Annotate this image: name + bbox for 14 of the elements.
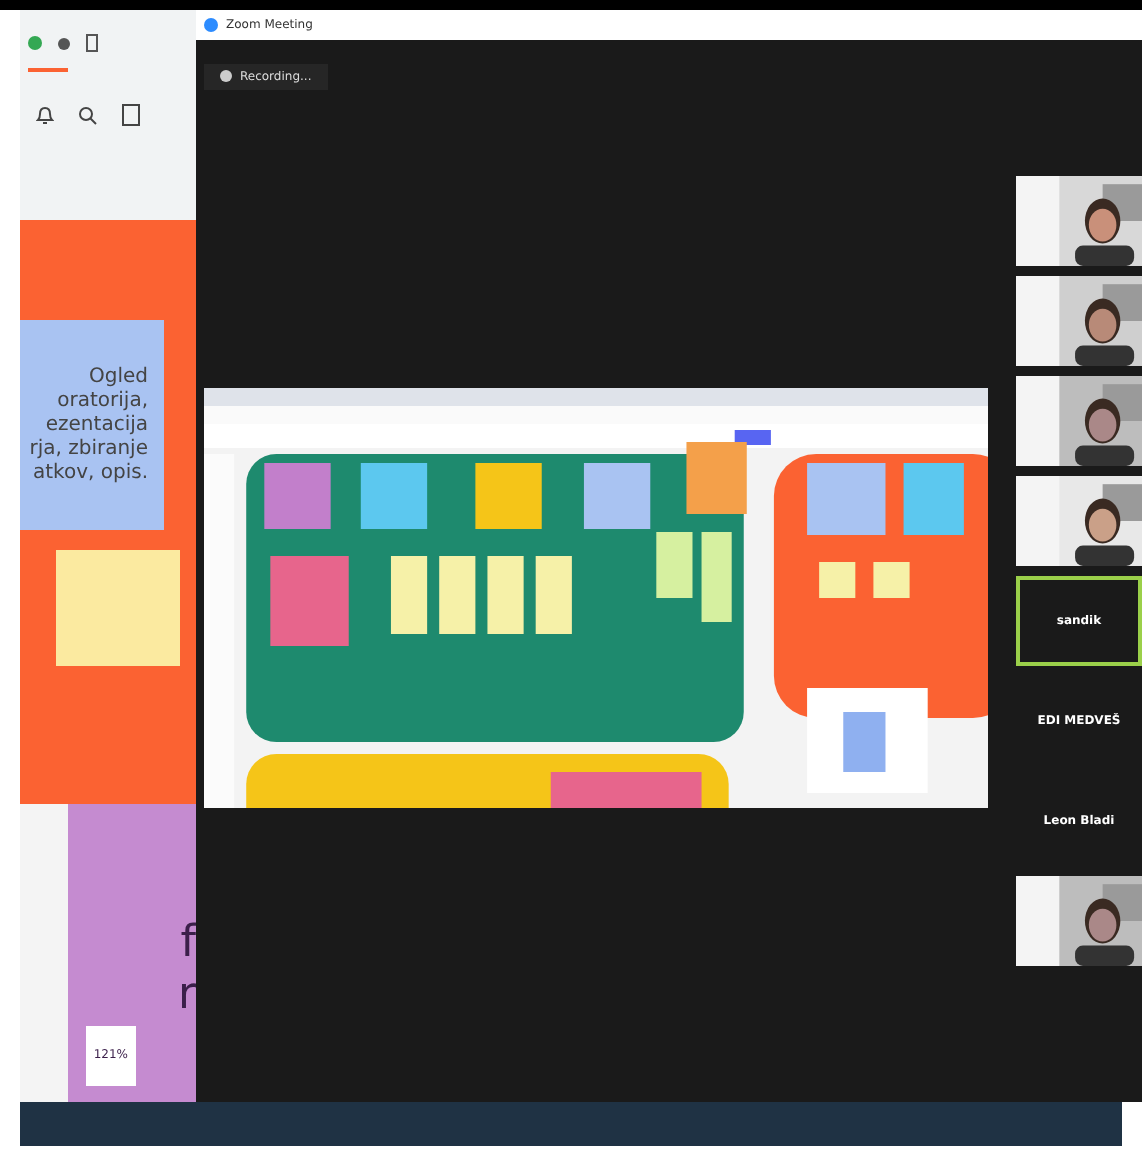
recording-icon [220, 70, 232, 82]
bell-icon[interactable] [36, 105, 54, 125]
search-icon[interactable] [78, 105, 98, 125]
extension-icon[interactable] [28, 36, 42, 50]
zoom-logo-icon [204, 18, 218, 32]
note-text: Ogled [89, 365, 148, 389]
note-text: oratorija, [57, 389, 148, 413]
note-text: atkov, opis. [32, 461, 148, 485]
document-icon[interactable] [122, 104, 140, 126]
note-text: rja, zbiranje [29, 437, 148, 461]
sticky-note [56, 550, 180, 666]
slide-letter: f [180, 922, 196, 966]
note-text: ezentacija [45, 413, 148, 437]
slide-letter: r [177, 974, 196, 1018]
